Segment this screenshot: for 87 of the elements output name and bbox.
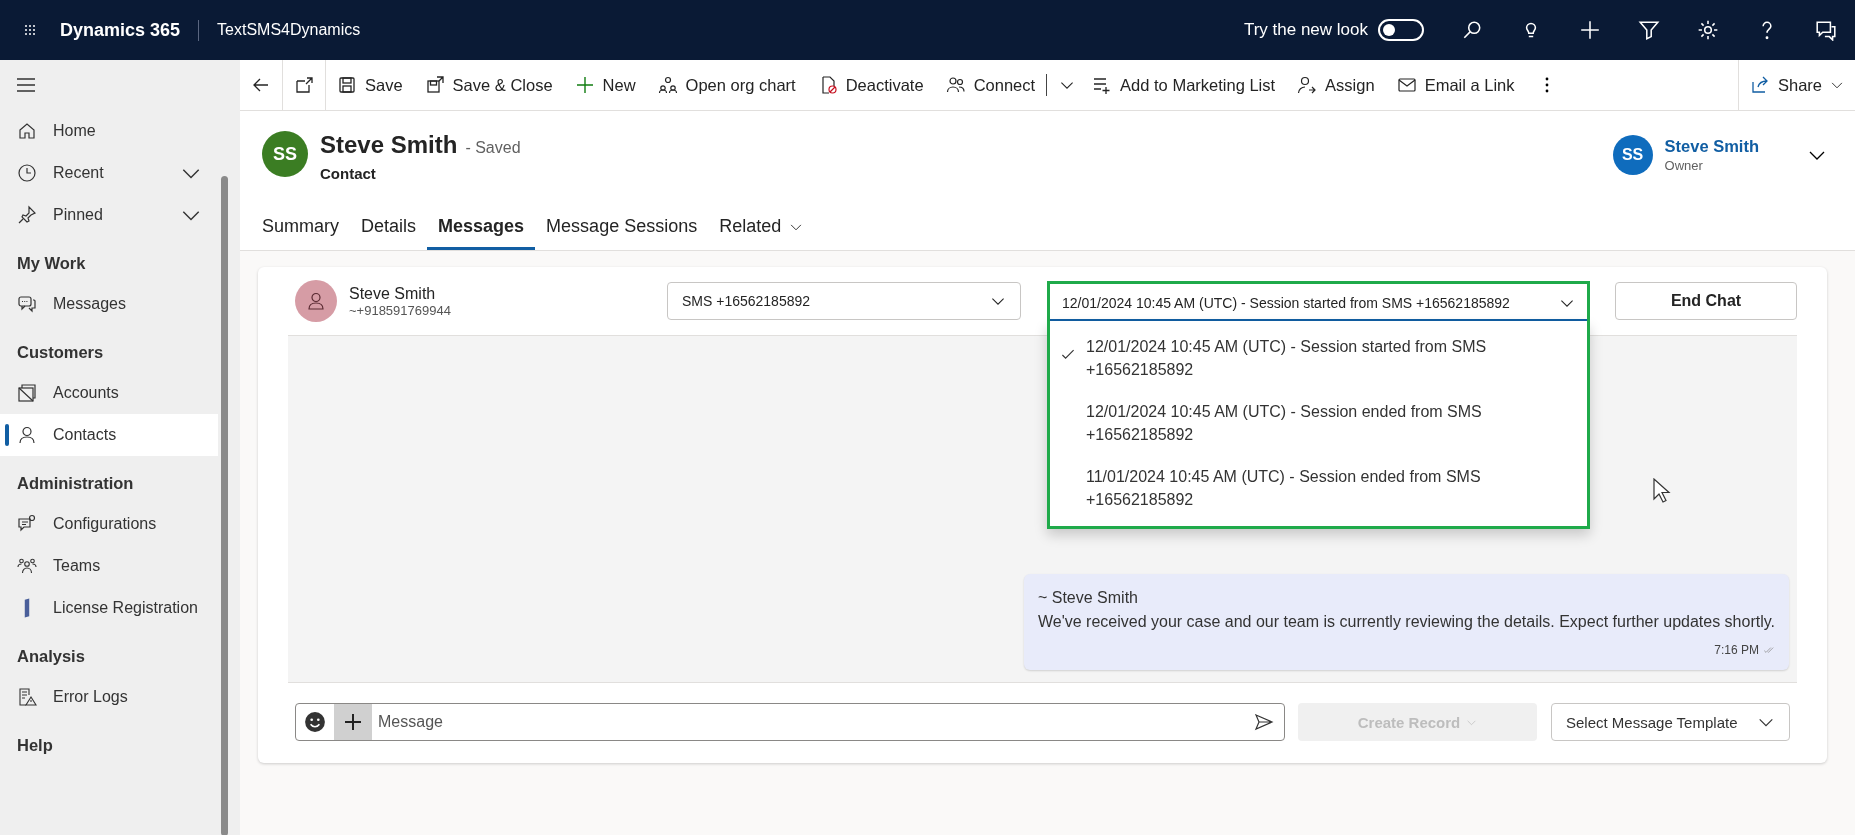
attach-button[interactable] — [334, 704, 372, 740]
toolbar-button[interactable]: Deactivate — [806, 60, 935, 110]
message-input-field[interactable]: Message — [372, 713, 1244, 731]
contact-avatar — [295, 280, 337, 322]
sidebar-item[interactable]: Home — [0, 110, 218, 152]
sidebar-item[interactable]: Teams — [0, 545, 218, 587]
sidebar-section-title: Customers — [16, 342, 105, 363]
sidebar-item[interactable]: Accounts — [0, 372, 218, 414]
new-look-toggle[interactable] — [1378, 19, 1424, 41]
emoji-icon — [304, 711, 326, 733]
team-icon — [17, 556, 37, 576]
session-option[interactable]: 12/01/2024 10:45 AM (UTC) - Session started from SMS +16562185892 — [1050, 327, 1587, 392]
owner-link[interactable]: Steve Smith — [1664, 137, 1759, 156]
sidebar-section-title: My Work — [16, 253, 87, 274]
toolbar-button[interactable]: Add to Marketing List — [1081, 60, 1287, 110]
home-icon — [17, 121, 37, 141]
sidebar-item[interactable]: Recent — [0, 152, 218, 194]
message-composer-box[interactable]: Message — [295, 703, 1285, 741]
sidebar-item[interactable]: Configurations — [0, 503, 218, 545]
message-time: 7:16 PM — [1714, 642, 1759, 659]
new-look-label: Try the new look — [1243, 20, 1368, 40]
sidebar-item[interactable]: License Registration — [0, 587, 218, 629]
sidebar-item[interactable]: Contacts — [0, 414, 218, 456]
record-name: Steve Smith — [320, 131, 458, 158]
scrollbar-thumb[interactable] — [221, 176, 228, 835]
app-name[interactable]: Dynamics 365 — [60, 19, 200, 41]
clock-icon — [17, 163, 37, 183]
toolbar-button[interactable]: Open org chart — [646, 60, 807, 110]
tab[interactable]: Summary — [262, 206, 350, 250]
sidebar-section-title: Analysis — [16, 646, 86, 667]
chat-bubbles-icon — [17, 294, 37, 314]
message-gear-icon — [17, 514, 37, 534]
people-icon — [945, 75, 966, 95]
save-icon — [337, 75, 357, 95]
settings-icon — [1696, 19, 1719, 41]
org-chart-icon — [657, 75, 678, 95]
session-dropdown[interactable]: 12/01/2024 10:45 AM (UTC) - Session started from SMS +16562185892 — [1047, 281, 1590, 321]
pin-icon — [17, 205, 37, 225]
toolbar-button[interactable]: Save — [326, 60, 414, 110]
record-type: Contact — [320, 165, 377, 182]
session-option[interactable]: 11/01/2024 10:45 AM (UTC) - Session ended from SMS +16562185892 — [1050, 457, 1587, 522]
log-warning-icon — [17, 687, 37, 707]
toolbar-button[interactable]: Email a Link — [1385, 60, 1526, 110]
share-icon — [1749, 75, 1770, 95]
add-list-icon — [1092, 75, 1113, 95]
plus-icon — [1578, 19, 1601, 41]
contact-name: Steve Smith — [349, 284, 437, 303]
person-icon — [17, 425, 37, 445]
sidebar-item[interactable]: Error Logs — [0, 676, 218, 718]
plus-icon — [343, 712, 363, 732]
toolbar-button[interactable]: Connect — [934, 60, 1047, 110]
app-title[interactable]: TextSMS4Dynamics — [199, 21, 1244, 39]
save-close-icon — [424, 75, 445, 95]
email-icon — [1396, 75, 1417, 95]
mouse-pointer-icon — [1653, 478, 1671, 504]
share-button[interactable]: Share — [1737, 60, 1855, 110]
message-text: We've received your case and our team is currently reviewing the details. Expect further updates shortly. — [1037, 612, 1775, 632]
tab[interactable]: Details — [350, 206, 428, 250]
message-sender: ~ Steve Smith — [1037, 588, 1139, 608]
menu-icon[interactable] — [16, 77, 36, 93]
sidebar-section-title: Help — [16, 735, 54, 756]
toolbar-button[interactable]: Save & Close — [413, 60, 564, 110]
info-bar-icon — [23, 598, 31, 618]
save-status: - Saved — [465, 139, 521, 156]
popout-icon — [294, 75, 314, 95]
session-option[interactable]: 12/01/2024 10:45 AM (UTC) - Session ended from SMS +16562185892 — [1050, 392, 1587, 457]
filter-icon — [1637, 19, 1660, 41]
assign-icon — [1297, 75, 1318, 95]
plus-icon — [574, 75, 595, 95]
message-template-dropdown[interactable]: Select Message Template — [1551, 703, 1790, 741]
channel-dropdown[interactable]: SMS +16562185892 — [667, 282, 1021, 320]
toolbar-button[interactable]: Assign — [1286, 60, 1386, 110]
tab[interactable]: Message Sessions — [535, 206, 709, 250]
contact-phone: ~+918591769944 — [349, 302, 452, 318]
double-check-icon — [1763, 644, 1775, 656]
tab[interactable]: Related — [708, 206, 815, 250]
sidebar-section-title: Administration — [16, 473, 135, 494]
sidebar-item[interactable]: Messages — [0, 283, 218, 325]
tab[interactable]: Messages — [427, 206, 536, 250]
end-chat-button[interactable]: End Chat — [1615, 282, 1797, 320]
toolbar-button[interactable]: New — [563, 60, 647, 110]
building-icon — [17, 383, 37, 403]
chat-icon — [1814, 19, 1837, 41]
owner-avatar: SS — [1612, 135, 1653, 175]
sidebar-item[interactable]: Pinned — [0, 194, 218, 236]
owner-label: Owner — [1664, 158, 1704, 173]
record-avatar: SS — [262, 131, 308, 177]
